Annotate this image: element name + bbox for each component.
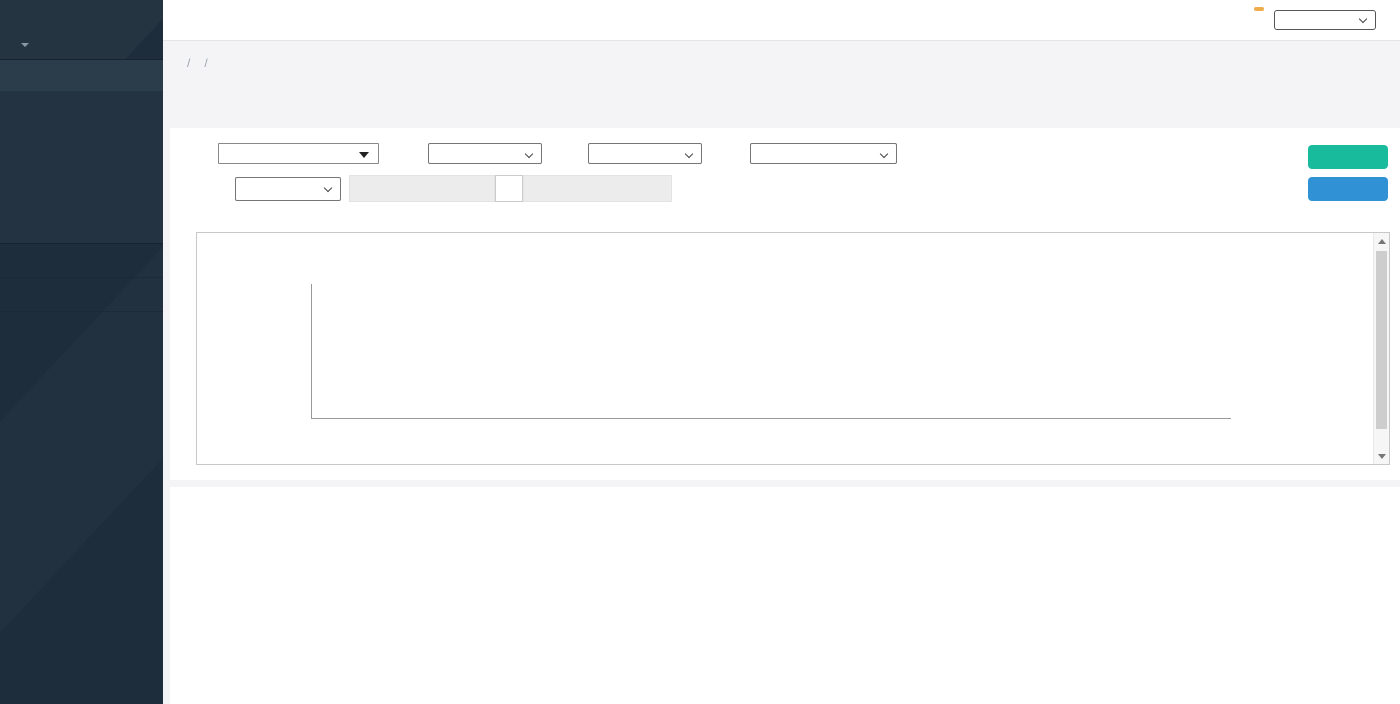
- station-select[interactable]: [750, 143, 897, 164]
- date-from-input[interactable]: [349, 175, 495, 202]
- export-button[interactable]: [1308, 177, 1388, 201]
- sidebar: [0, 0, 163, 704]
- scroll-up-icon[interactable]: [1374, 233, 1390, 249]
- dropdown-arrow-icon: [359, 152, 369, 158]
- scrollbar-thumb[interactable]: [1376, 251, 1387, 429]
- topbar: [163, 0, 1400, 41]
- caret-down-icon: [21, 43, 29, 47]
- page-header: / /: [163, 41, 1400, 128]
- submenu: [0, 91, 163, 243]
- chart-scrollbar[interactable]: [1373, 233, 1389, 464]
- sidebar-item-passenger-stats[interactable]: [0, 60, 163, 91]
- chevron-down-icon: [324, 184, 332, 192]
- brand-title: [0, 0, 163, 22]
- sidebar-item-trend-chart[interactable]: [0, 213, 163, 237]
- scroll-down-icon[interactable]: [1374, 448, 1390, 464]
- breadcrumb-separator: /: [187, 56, 190, 70]
- org-name: [0, 22, 163, 38]
- language-select[interactable]: [1274, 10, 1376, 30]
- vehicle-select[interactable]: [588, 143, 702, 164]
- sidebar-item-passenger-detail[interactable]: [0, 93, 163, 117]
- chart-plot: [311, 284, 1231, 419]
- sidebar-item-line-stats[interactable]: [0, 141, 163, 165]
- app-root: / /: [0, 0, 1400, 704]
- date-separator: [495, 175, 523, 202]
- sidebar-item-passenger-summary[interactable]: [0, 117, 163, 141]
- chevron-down-icon: [880, 150, 888, 158]
- date-preset-select[interactable]: [235, 177, 341, 201]
- sidebar-item-period-stats[interactable]: [0, 189, 163, 213]
- chart-panel: [196, 232, 1390, 465]
- notification-badge[interactable]: [1254, 7, 1264, 11]
- filter-chart-section: [170, 128, 1400, 480]
- table-wrap: [170, 487, 1400, 497]
- sidebar-item-base-data[interactable]: [0, 278, 163, 312]
- company-select[interactable]: [218, 143, 379, 164]
- menu-group-passenger-stats: [0, 59, 163, 244]
- query-button[interactable]: [1308, 145, 1388, 169]
- date-to-input[interactable]: [523, 175, 672, 202]
- chevron-down-icon: [525, 150, 533, 158]
- sidebar-item-station-stats[interactable]: [0, 165, 163, 189]
- org-code-dropdown[interactable]: [0, 38, 163, 59]
- chevron-down-icon: [1359, 15, 1367, 23]
- line-select[interactable]: [428, 143, 542, 164]
- breadcrumb: / /: [180, 56, 1400, 70]
- sidebar-item-device-status[interactable]: [0, 244, 163, 278]
- breadcrumb-separator: /: [204, 56, 207, 70]
- table-section: [170, 487, 1400, 704]
- chevron-down-icon: [685, 150, 693, 158]
